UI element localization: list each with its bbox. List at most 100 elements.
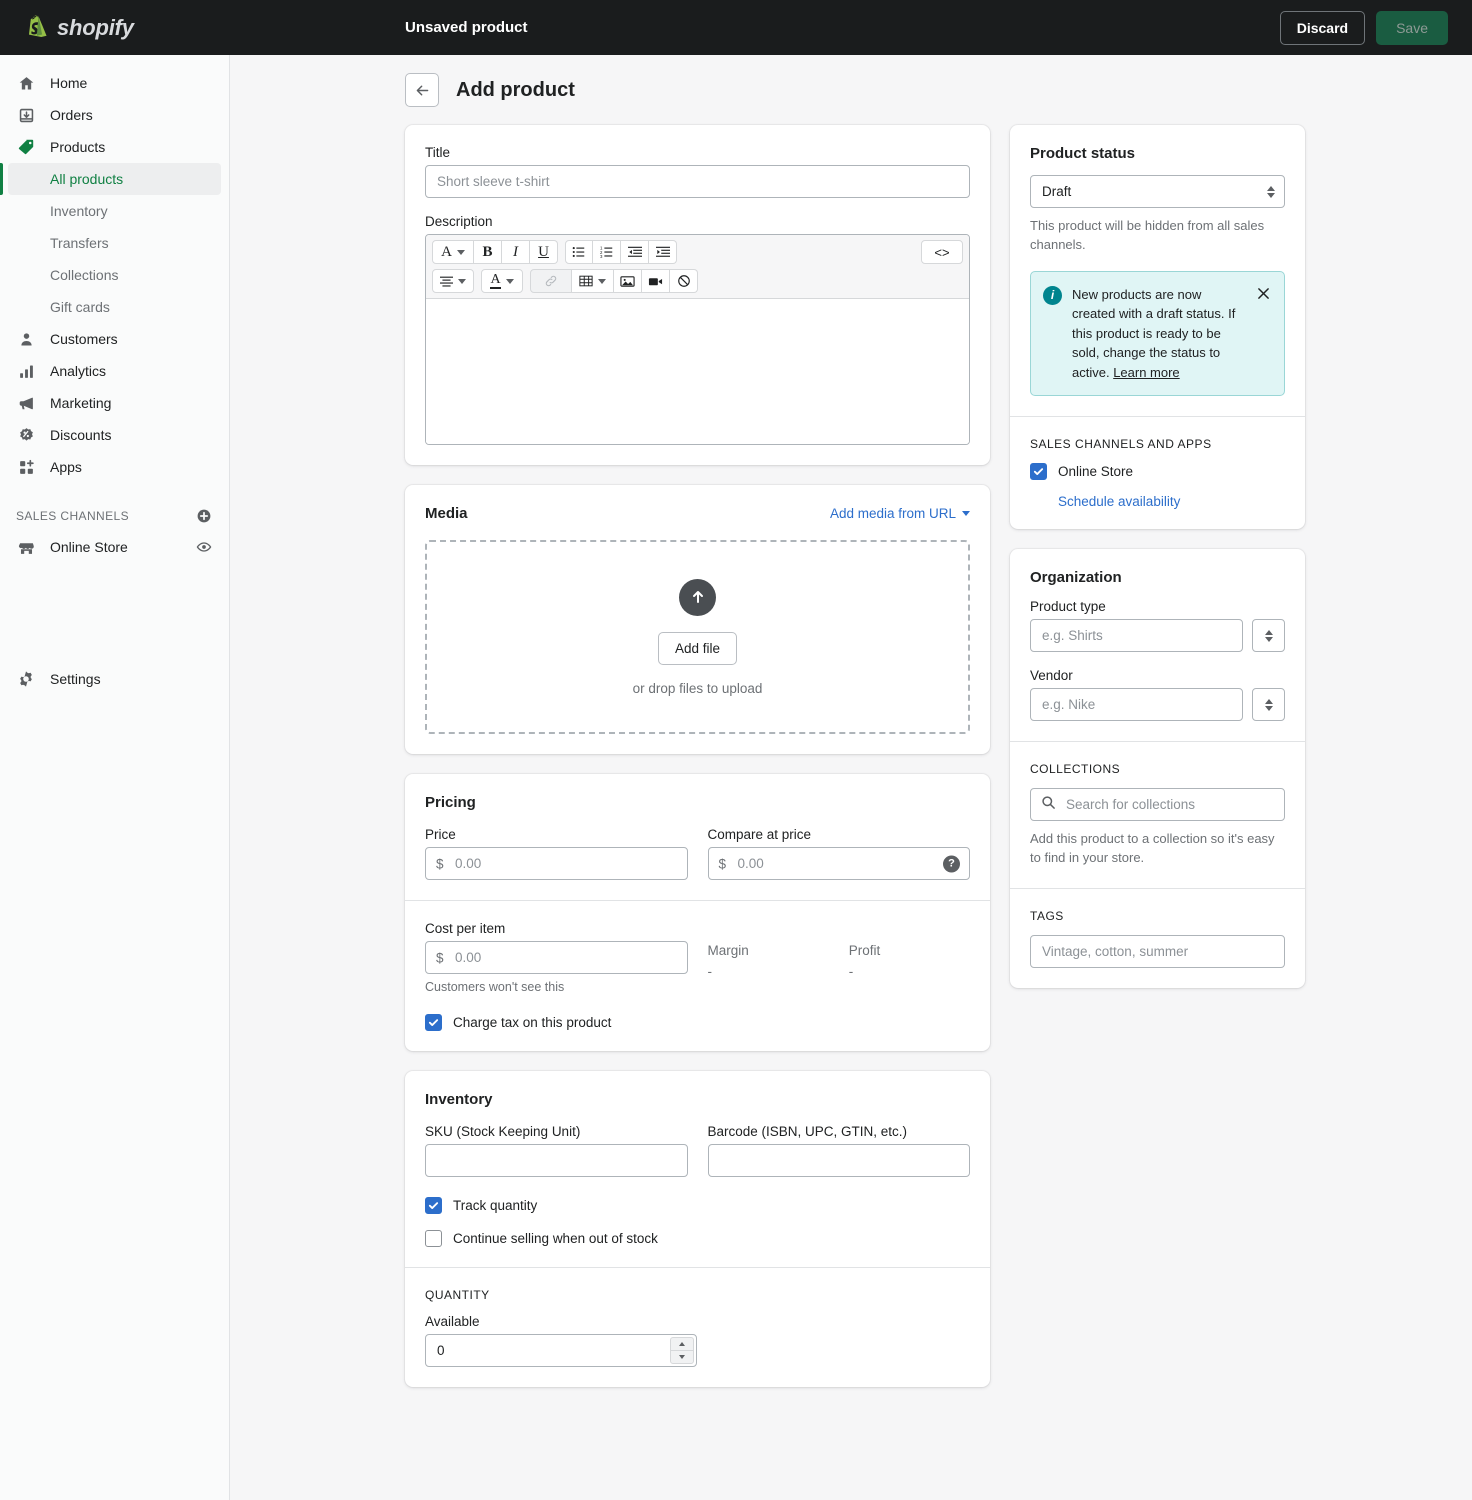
product-type-input[interactable] (1030, 619, 1243, 653)
sidebar-item-apps[interactable]: Apps (8, 451, 221, 483)
preview-store-eye-icon[interactable] (195, 538, 213, 556)
sidebar-label-online-store: Online Store (50, 539, 128, 555)
product-type-dropdown-button[interactable] (1252, 619, 1285, 653)
sidebar-item-discounts[interactable]: Discounts (8, 419, 221, 451)
code-view-icon[interactable]: <> (921, 240, 963, 264)
sidebar-item-all-products[interactable]: All products (8, 163, 221, 195)
quantity-increment-button[interactable] (670, 1337, 694, 1350)
price-input[interactable] (425, 847, 688, 880)
collections-section: COLLECTIONS Add this product to a collec… (1010, 741, 1305, 888)
sidebar-item-analytics[interactable]: Analytics (8, 355, 221, 387)
vendor-input[interactable] (1030, 688, 1243, 722)
product-status-select-wrap: Draft (1030, 175, 1285, 208)
schedule-availability-link[interactable]: Schedule availability (1058, 494, 1285, 509)
sidebar-item-online-store[interactable]: Online Store (8, 531, 221, 563)
cost-section: Cost per item $ Customers won't see this… (405, 900, 990, 1051)
cost-field-group: Cost per item $ Customers won't see this (425, 921, 688, 994)
close-icon[interactable] (1255, 285, 1272, 302)
track-quantity-checkbox[interactable] (425, 1197, 442, 1214)
online-store-checkbox[interactable] (1030, 463, 1047, 481)
bold-icon[interactable]: B (474, 240, 502, 264)
outdent-icon[interactable] (621, 240, 649, 264)
track-quantity-checkbox-row[interactable]: Track quantity (425, 1197, 970, 1214)
sidebar-item-settings[interactable]: Settings (8, 663, 221, 695)
organization-heading: Organization (1030, 569, 1122, 587)
sidebar-item-collections[interactable]: Collections (8, 259, 221, 291)
insert-table-icon[interactable] (572, 269, 614, 293)
compare-price-field-group: Compare at price $ ? (707, 827, 970, 880)
vendor-dropdown-button[interactable] (1252, 688, 1285, 722)
pricing-row: Price $ Compare at price $ (425, 827, 970, 880)
cost-per-item-input[interactable] (425, 941, 688, 974)
sidebar-label-gift-cards: Gift cards (50, 299, 110, 315)
media-dropzone[interactable]: Add file or drop files to upload (425, 540, 970, 734)
charge-tax-checkbox-row[interactable]: Charge tax on this product (425, 1014, 970, 1031)
margin-profit-group: Margin - Profit - (708, 921, 971, 994)
online-store-checkbox-row[interactable]: Online Store (1030, 463, 1285, 481)
sidebar-item-inventory[interactable]: Inventory (8, 195, 221, 227)
insert-image-icon[interactable] (614, 269, 642, 293)
product-status-card: Product status Draft This product will b… (1010, 125, 1305, 530)
content-columns: Title Description A B I (230, 107, 1472, 1407)
sidebar-item-transfers[interactable]: Transfers (8, 227, 221, 259)
product-status-select[interactable]: Draft (1030, 175, 1285, 208)
price-money-input: $ (425, 847, 688, 880)
numbered-list-icon[interactable]: 123 (593, 240, 621, 264)
sidebar-item-customers[interactable]: Customers (8, 323, 221, 355)
text-color-icon[interactable]: A (481, 269, 523, 293)
underline-icon[interactable]: U (530, 240, 558, 264)
vendor-label: Vendor (1030, 668, 1073, 684)
continue-selling-checkbox-row[interactable]: Continue selling when out of stock (425, 1230, 970, 1247)
discard-button[interactable]: Discard (1279, 10, 1366, 45)
product-title-input[interactable] (425, 165, 970, 198)
description-text-area[interactable] (426, 298, 969, 444)
add-sales-channel-icon[interactable] (195, 507, 213, 525)
barcode-input[interactable] (707, 1144, 970, 1177)
charge-tax-label: Charge tax on this product (453, 1015, 612, 1030)
right-column: Product status Draft This product will b… (1010, 125, 1305, 1008)
available-quantity-stepper (425, 1334, 697, 1367)
collections-search-input[interactable] (1030, 788, 1285, 822)
learn-more-link[interactable]: Learn more (1113, 365, 1179, 380)
sidebar-label-all-products: All products (50, 171, 124, 187)
toolbar-group-align (432, 269, 474, 293)
sidebar-item-gift-cards[interactable]: Gift cards (8, 291, 221, 323)
sidebar-item-marketing[interactable]: Marketing (8, 387, 221, 419)
save-button[interactable]: Save (1376, 10, 1448, 45)
banner-text: New products are now created with a draf… (1072, 285, 1245, 383)
sidebar-item-orders[interactable]: Orders (8, 99, 221, 131)
sidebar-label-transfers: Transfers (50, 235, 109, 251)
format-text-icon[interactable]: A (432, 240, 474, 264)
quantity-decrement-button[interactable] (670, 1350, 694, 1364)
help-question-icon[interactable]: ? (943, 855, 960, 872)
charge-tax-checkbox[interactable] (425, 1014, 442, 1031)
clear-formatting-icon[interactable] (670, 269, 698, 293)
continue-selling-label: Continue selling when out of stock (453, 1231, 658, 1246)
description-field-label: Description (425, 214, 493, 229)
back-button[interactable] (405, 73, 439, 107)
align-text-icon[interactable] (432, 269, 474, 293)
available-quantity-input[interactable] (425, 1334, 697, 1367)
sidebar-item-home[interactable]: Home (8, 67, 221, 99)
italic-icon[interactable]: I (502, 240, 530, 264)
insert-link-icon (530, 269, 572, 293)
info-circle-icon: i (1043, 285, 1062, 305)
price-label: Price (425, 827, 456, 842)
shopify-admin-app: shopify Unsaved product Discard Save Hom… (0, 0, 1472, 1500)
continue-selling-checkbox[interactable] (425, 1230, 442, 1247)
vendor-field-row (1030, 688, 1285, 722)
compare-at-price-input[interactable] (707, 847, 970, 880)
sku-label: SKU (Stock Keeping Unit) (425, 1124, 581, 1139)
insert-video-icon[interactable] (642, 269, 670, 293)
checkmark-icon (1033, 468, 1044, 476)
sidebar-item-products[interactable]: Products (8, 131, 221, 163)
tags-input[interactable] (1030, 934, 1285, 968)
bulleted-list-icon[interactable] (565, 240, 593, 264)
sidebar-label-orders: Orders (50, 107, 93, 123)
discounts-percent-icon (16, 425, 36, 445)
shopify-logo[interactable]: shopify (0, 15, 230, 41)
add-file-button[interactable]: Add file (657, 631, 738, 665)
sku-input[interactable] (425, 1144, 688, 1177)
indent-icon[interactable] (649, 240, 677, 264)
add-media-from-url-button[interactable]: Add media from URL (830, 506, 970, 521)
